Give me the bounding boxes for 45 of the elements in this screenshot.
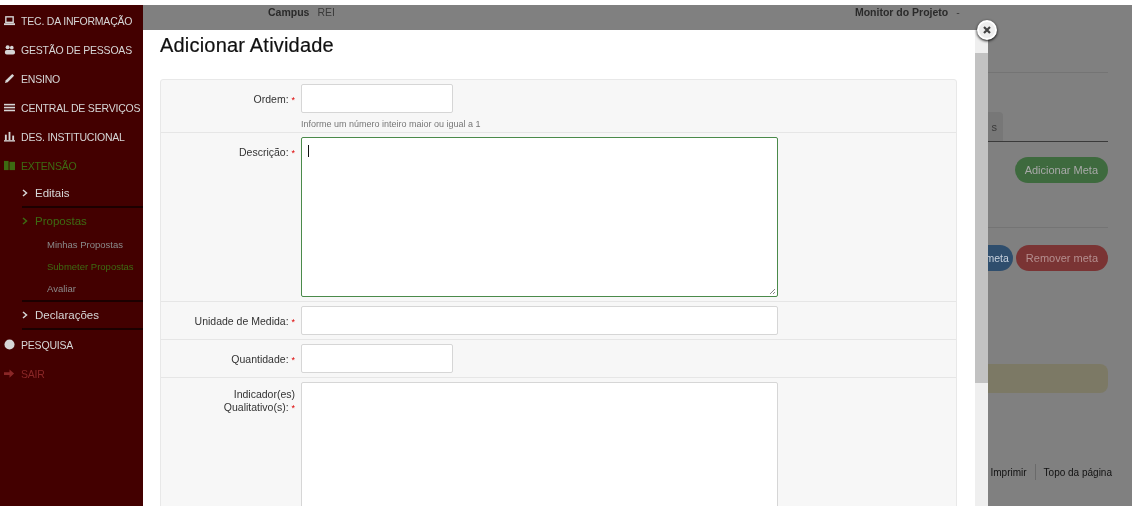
scrollbar[interactable] [975, 30, 988, 506]
bar-chart-icon [4, 131, 15, 142]
sidebar-item[interactable]: EXTENSÃO [0, 151, 143, 180]
sidebar-item[interactable]: GESTÃO DE PESSOAS [0, 35, 143, 64]
help-text: Informe um número inteiro maior ou igual a 1 [301, 119, 482, 129]
submenu-link[interactable]: Minhas Propostas [0, 234, 143, 256]
input-field[interactable] [301, 84, 453, 113]
pencil-icon [4, 73, 15, 84]
campus-value: REI [317, 6, 335, 18]
chevron-icon [22, 189, 28, 197]
list-icon [4, 102, 15, 113]
resize-grip-icon[interactable] [768, 287, 776, 295]
submenu-item[interactable]: Declarações [0, 302, 143, 328]
close-icon [982, 25, 992, 35]
field-label: Ordem: * [252, 92, 296, 107]
field-label: Descrição: * [237, 145, 296, 160]
exit-icon [4, 368, 15, 379]
sidebar-item[interactable]: CENTRAL DE SERVIÇOS [0, 93, 143, 122]
chevron-icon [22, 311, 28, 319]
sidebar-item[interactable]: TEC. DA INFORMAÇÃO [0, 6, 143, 35]
add-goal-button[interactable]: Adicionar Meta [1014, 157, 1108, 183]
monitor-value: - [956, 6, 960, 18]
input-field[interactable] [301, 306, 778, 335]
input-field[interactable] [301, 344, 453, 373]
footer-link[interactable]: Imprimir [990, 466, 1027, 478]
chevron-icon [22, 217, 28, 225]
book-icon [4, 160, 15, 171]
close-button[interactable] [977, 20, 997, 40]
sidebar-item[interactable]: DES. INSTITUCIONAL [0, 122, 143, 151]
campus-label: Campus [268, 6, 310, 18]
laptop-icon [4, 15, 15, 26]
submenu-link[interactable]: Avaliar [0, 278, 143, 300]
field-label: Unidade de Medida: * [193, 314, 296, 329]
sidebar-item[interactable]: PESQUISA [0, 330, 143, 359]
field-label: Quantidade: * [230, 352, 296, 367]
submenu-link[interactable]: Submeter Propostas [0, 256, 143, 278]
submenu-item[interactable]: Editais [0, 180, 143, 206]
field-label: Indicador(es) Qualitativo(s): * [222, 387, 296, 415]
people-icon [4, 44, 15, 55]
footer-link[interactable]: Topo da página [1043, 466, 1112, 478]
sidebar-item[interactable]: ENSINO [0, 64, 143, 93]
monitor-label: Monitor do Projeto [854, 6, 949, 18]
modal-title: Adicionar Atividade [160, 34, 335, 58]
submenu-item[interactable]: Propostas [0, 208, 143, 234]
remove-goal-button[interactable]: Remover meta [1015, 245, 1108, 271]
